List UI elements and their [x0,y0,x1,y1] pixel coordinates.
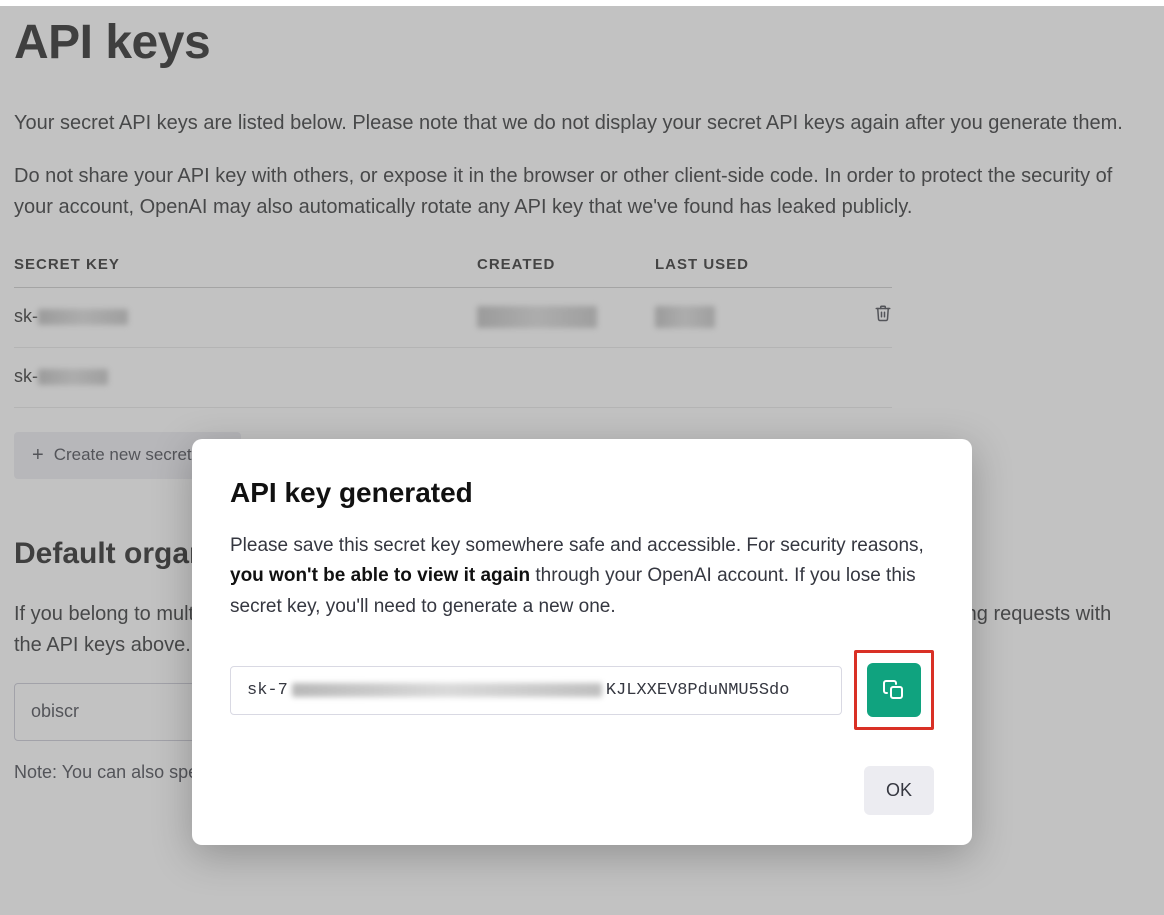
copy-button-highlight [854,650,934,730]
modal-overlay[interactable]: API key generated Please save this secre… [0,6,1164,915]
ok-button[interactable]: OK [864,766,934,815]
modal-body: Please save this secret key somewhere sa… [230,531,934,622]
generated-key-row: sk-7KJLXXEV8PduNMU5Sdo [230,650,934,730]
copy-key-button[interactable] [867,663,921,717]
modal-title: API key generated [230,477,934,509]
copy-icon [882,678,906,702]
generated-key-field[interactable]: sk-7KJLXXEV8PduNMU5Sdo [230,666,842,715]
api-key-generated-modal: API key generated Please save this secre… [192,439,972,845]
